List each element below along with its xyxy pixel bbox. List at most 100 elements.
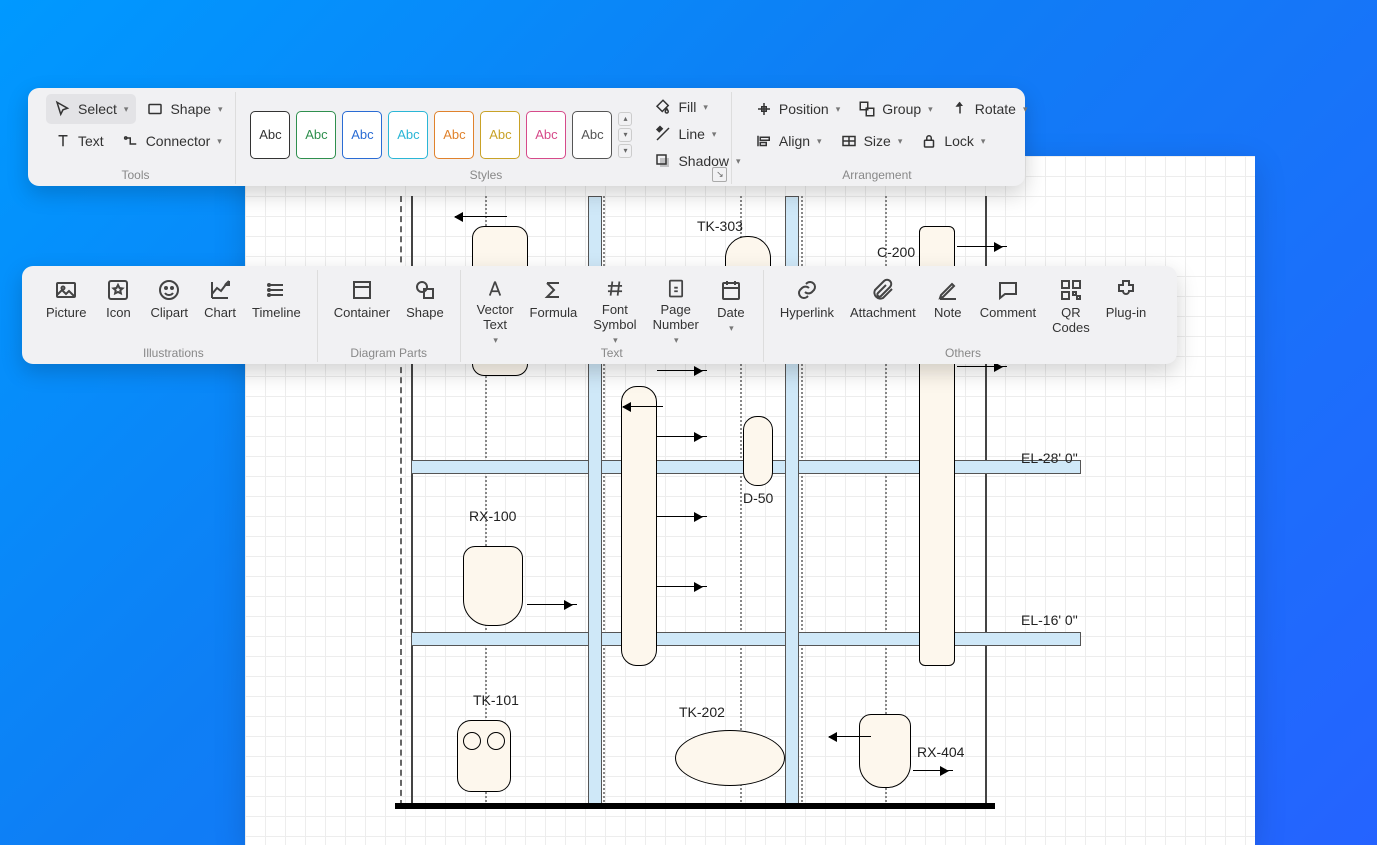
cursor-icon bbox=[54, 100, 72, 118]
column-tower[interactable] bbox=[621, 386, 657, 666]
label-rx404: RX-404 bbox=[917, 744, 964, 760]
group-label-others: Others bbox=[764, 346, 1162, 360]
group-label: Group bbox=[882, 101, 921, 117]
rotate-label: Rotate bbox=[975, 101, 1016, 117]
styles-launcher-button[interactable]: ↘ bbox=[712, 167, 727, 182]
style-swatch[interactable]: Abc bbox=[388, 111, 428, 159]
style-swatch[interactable]: Abc bbox=[342, 111, 382, 159]
font-symbol-button[interactable]: Font Symbol ▾ bbox=[585, 274, 644, 346]
vessel-d50[interactable] bbox=[743, 416, 773, 486]
hyperlink-label: Hyperlink bbox=[780, 306, 834, 321]
paperclip-icon bbox=[871, 278, 895, 302]
font-symbol-label: Font Symbol bbox=[593, 303, 636, 333]
select-label: Select bbox=[78, 101, 117, 117]
chevron-down-icon: ▾ bbox=[613, 335, 618, 346]
position-icon bbox=[755, 100, 773, 118]
group-label-parts: Diagram Parts bbox=[318, 346, 460, 360]
picture-icon bbox=[54, 278, 78, 302]
tk101-port bbox=[487, 732, 505, 750]
rotate-button[interactable]: Rotate▾ bbox=[943, 94, 1036, 124]
rotate-icon bbox=[951, 100, 969, 118]
picture-button[interactable]: Picture bbox=[38, 274, 94, 346]
flow-arrow bbox=[829, 736, 871, 737]
style-swatch[interactable]: Abc bbox=[526, 111, 566, 159]
shape-label: Shape bbox=[170, 101, 210, 117]
style-swatch[interactable]: Abc bbox=[572, 111, 612, 159]
formula-button[interactable]: Formula bbox=[522, 274, 586, 346]
qr-icon bbox=[1059, 278, 1083, 302]
page-number-button[interactable]: Page Number ▾ bbox=[645, 274, 707, 346]
plugin-button[interactable]: Plug-in bbox=[1098, 274, 1154, 346]
size-icon bbox=[840, 132, 858, 150]
vector-text-button[interactable]: Vector Text ▾ bbox=[469, 274, 522, 346]
align-button[interactable]: Align▾ bbox=[747, 126, 830, 156]
swatch-more-button[interactable]: ▾ bbox=[618, 144, 632, 158]
style-swatch[interactable]: Abc bbox=[480, 111, 520, 159]
size-label: Size bbox=[864, 133, 891, 149]
fill-icon bbox=[654, 98, 672, 116]
link-icon bbox=[795, 278, 819, 302]
tk101-port bbox=[463, 732, 481, 750]
chevron-down-icon: ▾ bbox=[674, 335, 679, 346]
connector-label: Connector bbox=[146, 133, 211, 149]
group-diagram-parts: Container Shape Diagram Parts bbox=[318, 270, 461, 362]
note-button[interactable]: Note bbox=[924, 274, 972, 346]
date-label: Date bbox=[717, 306, 744, 321]
flow-arrow bbox=[657, 436, 707, 437]
text-label: Text bbox=[78, 133, 104, 149]
calendar-icon bbox=[719, 278, 743, 302]
date-button[interactable]: Date ▾ bbox=[707, 274, 755, 346]
chevron-down-icon: ▾ bbox=[898, 136, 903, 147]
chevron-down-icon: ▾ bbox=[493, 335, 498, 346]
shapes-icon bbox=[413, 278, 437, 302]
vessel-tk202[interactable] bbox=[675, 730, 785, 786]
vector-text-label: Vector Text bbox=[477, 303, 514, 333]
ground-line bbox=[395, 803, 995, 809]
qr-codes-button[interactable]: QR Codes bbox=[1044, 274, 1098, 346]
lock-button[interactable]: Lock▾ bbox=[912, 126, 993, 156]
attachment-button[interactable]: Attachment bbox=[842, 274, 924, 346]
chart-icon bbox=[208, 278, 232, 302]
insert-shape-button[interactable]: Shape bbox=[398, 274, 452, 346]
select-button[interactable]: Select▾ bbox=[46, 94, 136, 124]
formula-label: Formula bbox=[530, 306, 578, 321]
pencil-icon bbox=[936, 278, 960, 302]
connector-icon bbox=[122, 132, 140, 150]
group-button[interactable]: Group ▾ bbox=[850, 94, 940, 124]
swatch-down-button[interactable]: ▾ bbox=[618, 128, 632, 142]
vessel-rx404[interactable] bbox=[859, 714, 911, 788]
line-button[interactable]: Line▾ bbox=[646, 121, 724, 147]
plugin-label: Plug-in bbox=[1106, 306, 1146, 321]
swatch-up-button[interactable]: ▴ bbox=[618, 112, 632, 126]
chevron-down-icon: ▾ bbox=[217, 136, 222, 147]
fill-label: Fill bbox=[678, 99, 696, 115]
icon-label: Icon bbox=[106, 306, 131, 321]
connector-button[interactable]: Connector ▾ bbox=[114, 126, 230, 156]
position-button[interactable]: Position▾ bbox=[747, 94, 848, 124]
flow-arrow bbox=[957, 246, 1007, 247]
shape-button[interactable]: Shape▾ bbox=[138, 94, 230, 124]
fill-button[interactable]: Fill▾ bbox=[646, 94, 715, 120]
flow-arrow bbox=[657, 516, 707, 517]
vessel-tk101[interactable] bbox=[457, 720, 511, 792]
chevron-down-icon: ▾ bbox=[928, 104, 933, 115]
container-button[interactable]: Container bbox=[326, 274, 398, 346]
style-swatch[interactable]: Abc bbox=[296, 111, 336, 159]
style-swatch[interactable]: Abc bbox=[434, 111, 474, 159]
size-button[interactable]: Size ▾ bbox=[832, 126, 911, 156]
hyperlink-button[interactable]: Hyperlink bbox=[772, 274, 842, 346]
icon-button[interactable]: Icon bbox=[94, 274, 142, 346]
canvas-page[interactable]: TK-303 C-200 D-50 RX-100 TK-101 TK-202 R… bbox=[245, 156, 1255, 845]
chevron-down-icon: ▾ bbox=[817, 136, 822, 147]
clipart-button[interactable]: Clipart bbox=[142, 274, 196, 346]
style-swatch[interactable]: Abc bbox=[250, 111, 290, 159]
flow-arrow bbox=[455, 216, 507, 217]
page-number-icon bbox=[664, 278, 688, 299]
chart-label: Chart bbox=[204, 306, 236, 321]
label-rx100: RX-100 bbox=[469, 508, 516, 524]
chart-button[interactable]: Chart bbox=[196, 274, 244, 346]
comment-button[interactable]: Comment bbox=[972, 274, 1044, 346]
timeline-button[interactable]: Timeline bbox=[244, 274, 309, 346]
vessel-rx100[interactable] bbox=[463, 546, 523, 626]
text-button[interactable]: Text bbox=[46, 126, 112, 156]
